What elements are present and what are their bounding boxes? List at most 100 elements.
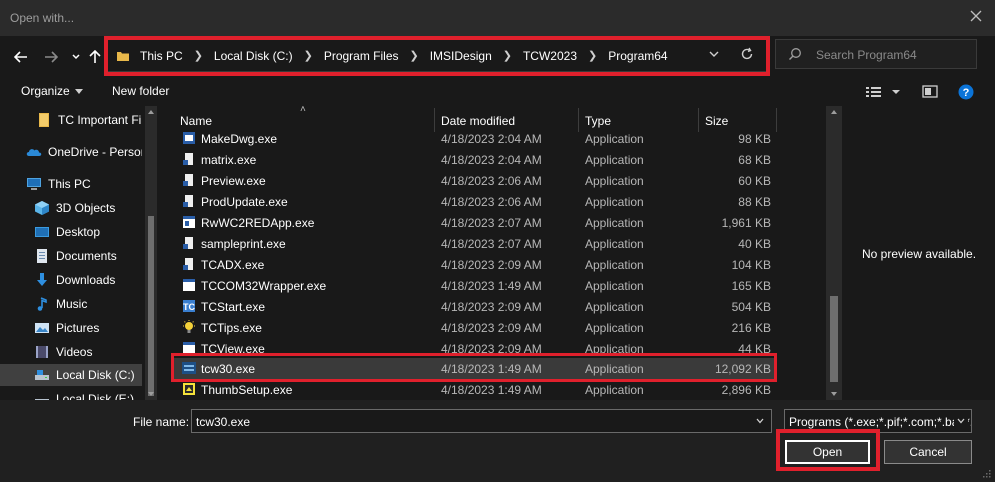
table-row[interactable]: TC TCStart.exe 4/18/2023 2:09 AM Applica… xyxy=(172,296,776,317)
scroll-up-icon[interactable] xyxy=(148,110,154,114)
sidebar-item-downloads[interactable]: Downloads xyxy=(0,269,142,291)
table-row[interactable]: MakeDwg.exe 4/18/2023 2:04 AM Applicatio… xyxy=(172,128,776,149)
file-name: matrix.exe xyxy=(201,153,257,167)
file-name-input[interactable]: tcw30.exe xyxy=(191,409,772,433)
file-list-scroll-thumb[interactable] xyxy=(830,296,838,382)
new-folder-button[interactable]: New folder xyxy=(112,84,169,98)
up-button[interactable] xyxy=(86,48,104,66)
breadcrumb-separator-icon[interactable]: ❯ xyxy=(299,49,318,62)
sidebar-item-label: 3D Objects xyxy=(56,201,116,215)
sort-ascending-icon: ˄ xyxy=(300,106,306,115)
table-row[interactable]: ThumbSetup.exe 4/18/2023 1:49 AM Applica… xyxy=(172,379,776,400)
breadcrumb-separator-icon[interactable]: ❯ xyxy=(405,49,424,62)
forward-button[interactable] xyxy=(42,48,60,66)
file-list: ˄ Name Date modified Type Size MakeDwg.e… xyxy=(164,106,844,400)
preview-message: No preview available. xyxy=(862,247,977,261)
file-date: 4/18/2023 1:49 AM xyxy=(441,362,542,376)
table-row[interactable]: TCView.exe 4/18/2023 2:09 AM Application… xyxy=(172,338,776,359)
table-row[interactable]: RwWC2REDApp.exe 4/18/2023 2:07 AM Applic… xyxy=(172,212,776,233)
column-header-name[interactable]: Name xyxy=(180,114,212,128)
table-row-selected[interactable]: tcw30.exe 4/18/2023 1:49 AM Application … xyxy=(172,358,776,379)
table-row[interactable]: matrix.exe 4/18/2023 2:04 AM Application… xyxy=(172,149,776,170)
sidebar-item-music[interactable]: Music xyxy=(0,293,142,315)
scroll-up-icon[interactable] xyxy=(831,110,837,114)
sidebar-item-local-disk-e[interactable]: Local Disk (E:) xyxy=(0,388,142,400)
breadcrumb-program-files[interactable]: Program Files xyxy=(318,49,405,63)
application-icon xyxy=(183,132,195,144)
file-date: 4/18/2023 2:04 AM xyxy=(441,153,542,167)
file-type: Application xyxy=(585,237,644,251)
table-row[interactable]: TCTips.exe 4/18/2023 2:09 AM Application… xyxy=(172,317,776,338)
application-icon xyxy=(183,195,193,207)
svg-text:TC: TC xyxy=(183,302,195,312)
file-name: sampleprint.exe xyxy=(201,237,286,251)
file-name: ThumbSetup.exe xyxy=(201,383,293,397)
file-name: TCStart.exe xyxy=(201,300,266,314)
open-button[interactable]: Open xyxy=(785,440,870,464)
breadcrumb-this-pc[interactable]: This PC xyxy=(134,49,189,63)
sidebar-item-onedrive[interactable]: OneDrive - Persor xyxy=(0,141,142,163)
file-type: Application xyxy=(585,258,644,272)
sidebar-item-label: Pictures xyxy=(56,321,100,335)
file-list-scrollbar[interactable] xyxy=(826,106,842,400)
column-header-date[interactable]: Date modified xyxy=(441,114,515,128)
search-box[interactable]: Search Program64 xyxy=(775,39,977,69)
breadcrumb-local-disk[interactable]: Local Disk (C:) xyxy=(208,49,299,63)
file-date: 4/18/2023 2:09 AM xyxy=(441,300,542,314)
cancel-button[interactable]: Cancel xyxy=(884,440,972,464)
sidebar-scrollbar[interactable] xyxy=(145,106,157,400)
music-icon xyxy=(37,297,47,311)
resize-grip-icon[interactable] xyxy=(981,468,991,478)
breadcrumb-separator-icon[interactable]: ❯ xyxy=(189,49,208,62)
file-type: Application xyxy=(585,279,644,293)
refresh-icon[interactable] xyxy=(740,47,754,61)
sidebar-scroll-thumb[interactable] xyxy=(148,216,154,396)
table-row[interactable]: TCADX.exe 4/18/2023 2:09 AM Application … xyxy=(172,254,776,275)
breadcrumb-imsidesign[interactable]: IMSIDesign xyxy=(424,49,498,63)
close-icon[interactable] xyxy=(969,9,983,23)
file-size: 216 KB xyxy=(731,321,771,335)
sidebar-item-local-disk-c[interactable]: Local Disk (C:) xyxy=(0,364,142,386)
caret-down-icon xyxy=(74,89,83,95)
back-button[interactable] xyxy=(12,48,30,66)
application-icon xyxy=(183,174,193,186)
column-header-type[interactable]: Type xyxy=(585,114,611,128)
file-type: Application xyxy=(585,153,644,167)
column-header-size[interactable]: Size xyxy=(705,114,728,128)
chevron-down-icon[interactable] xyxy=(755,416,765,426)
breadcrumb-separator-icon[interactable]: ❯ xyxy=(498,49,517,62)
application-icon xyxy=(183,258,193,270)
scroll-down-icon[interactable] xyxy=(831,392,837,396)
address-dropdown-icon[interactable] xyxy=(708,48,720,60)
file-size: 104 KB xyxy=(731,258,771,272)
sidebar-item-tc-important-files[interactable]: TC Important File xyxy=(0,109,142,131)
application-icon xyxy=(183,237,193,249)
column-divider[interactable] xyxy=(776,108,777,132)
table-row[interactable]: ProdUpdate.exe 4/18/2023 2:06 AM Applica… xyxy=(172,191,776,212)
sidebar-item-videos[interactable]: Videos xyxy=(0,341,142,363)
sidebar-item-this-pc[interactable]: This PC xyxy=(0,173,142,195)
breadcrumb-tcw2023[interactable]: TCW2023 xyxy=(517,49,583,63)
chevron-down-icon[interactable] xyxy=(954,414,968,428)
sidebar-item-desktop[interactable]: Desktop xyxy=(0,221,142,243)
organize-label: Organize xyxy=(21,84,70,98)
breadcrumb-separator-icon[interactable]: ❯ xyxy=(583,49,602,62)
table-row[interactable]: TCCOM32Wrapper.exe 4/18/2023 1:49 AM App… xyxy=(172,275,776,296)
table-row[interactable]: sampleprint.exe 4/18/2023 2:07 AM Applic… xyxy=(172,233,776,254)
file-date: 4/18/2023 2:06 AM xyxy=(441,174,542,188)
search-placeholder: Search Program64 xyxy=(816,48,917,62)
chevron-down-icon xyxy=(72,54,80,60)
up-arrow-icon xyxy=(89,50,101,63)
breadcrumb-program64[interactable]: Program64 xyxy=(602,49,673,63)
scroll-down-icon[interactable] xyxy=(148,392,154,396)
breadcrumb: This PC ❯ Local Disk (C:) ❯ Program File… xyxy=(134,40,674,71)
address-bar[interactable]: This PC ❯ Local Disk (C:) ❯ Program File… xyxy=(107,39,767,72)
organize-button[interactable]: Organize xyxy=(21,84,83,98)
file-type-filter-select[interactable]: Programs (*.exe;*.pif;*.com;*.bat;*.cmd) xyxy=(784,409,972,433)
recent-locations-button[interactable] xyxy=(67,48,85,66)
view-options-icon[interactable]: ? xyxy=(866,84,981,100)
table-row[interactable]: Preview.exe 4/18/2023 2:06 AM Applicatio… xyxy=(172,170,776,191)
sidebar-item-documents[interactable]: Documents xyxy=(0,245,142,267)
sidebar-item-3d-objects[interactable]: 3D Objects xyxy=(0,197,142,219)
sidebar-item-pictures[interactable]: Pictures xyxy=(0,317,142,339)
